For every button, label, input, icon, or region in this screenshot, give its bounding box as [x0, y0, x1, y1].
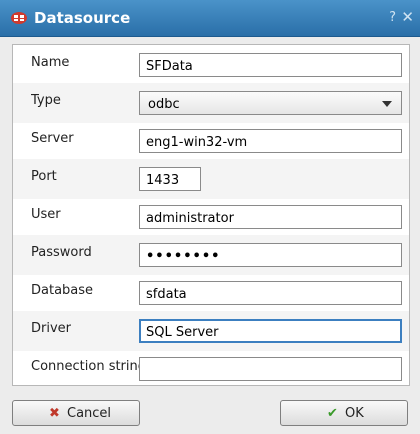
form-panel: Name SFData Type odbc Server eng1-win32-… — [12, 44, 410, 386]
row-database: Database sfdata — [13, 273, 409, 313]
type-select[interactable]: odbc — [139, 91, 402, 115]
row-port: Port 1433 — [13, 159, 409, 199]
title-bar[interactable]: Datasource ? ✕ — [0, 0, 420, 37]
server-field[interactable]: eng1-win32-vm — [139, 129, 402, 153]
row-type: Type odbc — [13, 83, 409, 123]
cancel-label: Cancel — [67, 406, 112, 421]
row-password: Password •••••••• — [13, 235, 409, 275]
row-user: User administrator — [13, 197, 409, 237]
database-label: Database — [31, 283, 94, 298]
cancel-button[interactable]: ✖ Cancel — [12, 400, 140, 426]
port-field[interactable]: 1433 — [139, 167, 201, 191]
close-icon[interactable]: ✕ — [401, 8, 414, 26]
row-driver: Driver SQL Server — [13, 311, 409, 351]
database-field[interactable]: sfdata — [139, 281, 402, 305]
server-label: Server — [31, 131, 74, 146]
dialog-title: Datasource — [34, 9, 131, 27]
ok-label: OK — [345, 406, 364, 421]
datasource-icon — [11, 12, 27, 24]
chevron-down-icon[interactable] — [382, 101, 392, 107]
password-field[interactable]: •••••••• — [139, 243, 402, 267]
checkmark-icon: ✔ — [327, 406, 338, 421]
user-field[interactable]: administrator — [139, 205, 402, 229]
datasource-dialog: Datasource ? ✕ Name SFData Type odbc Ser… — [0, 0, 420, 434]
cancel-x-icon: ✖ — [49, 406, 60, 421]
driver-field[interactable]: SQL Server — [139, 319, 402, 343]
name-label: Name — [31, 55, 70, 70]
user-label: User — [31, 207, 61, 222]
driver-label: Driver — [31, 321, 72, 336]
port-label: Port — [31, 169, 57, 184]
type-label: Type — [31, 93, 61, 108]
password-label: Password — [31, 245, 92, 260]
type-value: odbc — [148, 97, 180, 112]
ok-button[interactable]: ✔ OK — [280, 400, 408, 426]
row-server: Server eng1-win32-vm — [13, 121, 409, 161]
help-icon[interactable]: ? — [389, 10, 396, 25]
name-field[interactable]: SFData — [139, 53, 402, 77]
row-name: Name SFData — [13, 45, 409, 85]
row-connection-string: Connection string — [13, 349, 409, 389]
connection-string-field[interactable] — [139, 357, 402, 381]
connection-string-label: Connection string — [31, 359, 147, 374]
